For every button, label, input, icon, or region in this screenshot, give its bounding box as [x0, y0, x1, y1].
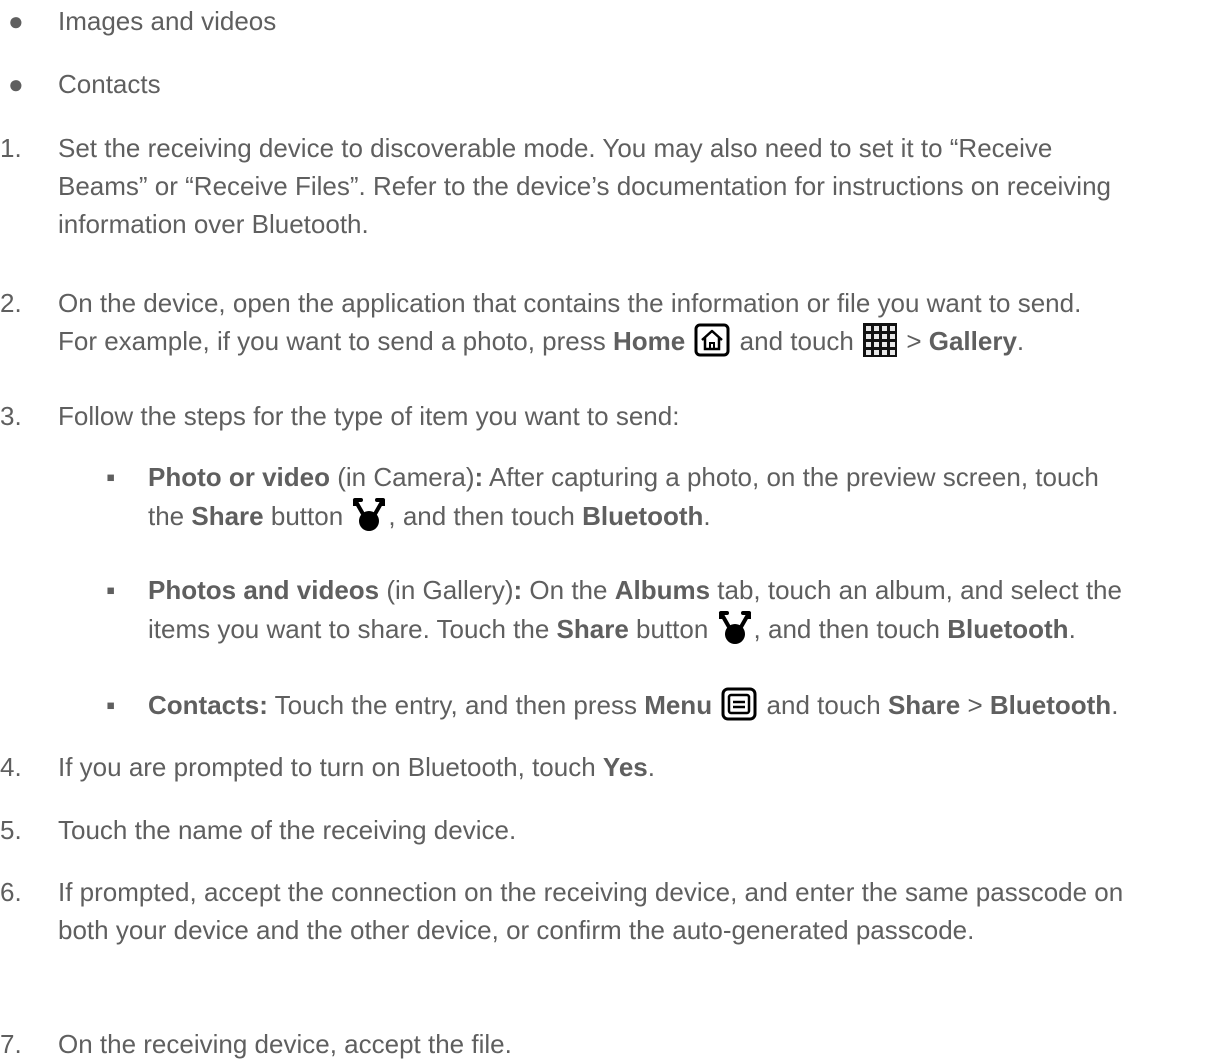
bullet-text: Contacts — [58, 69, 161, 99]
step-number: 2. — [0, 288, 22, 318]
step-item: 6. If prompted, accept the connection on… — [0, 873, 1227, 993]
step-text: On the device, open the application that… — [58, 284, 1223, 367]
step-number: 3. — [0, 401, 22, 431]
step-number: 5. — [0, 815, 22, 845]
step-number: 1. — [0, 133, 22, 163]
step-text: If you are prompted to turn on Bluetooth… — [58, 752, 655, 782]
step-item: 2. On the device, open the application t… — [0, 284, 1227, 364]
share-icon — [352, 496, 386, 542]
bullet-marker: ● — [8, 69, 24, 99]
bullet-marker: ● — [8, 6, 24, 36]
share-icon — [718, 609, 752, 655]
step-text: Touch the name of the receiving device. — [58, 815, 517, 845]
substep-marker: ▪ — [106, 690, 116, 720]
step-text: On the receiving device, accept the file… — [58, 1029, 512, 1059]
step-text: If prompted, accept the connection on th… — [58, 877, 1124, 945]
home-key-icon — [694, 323, 730, 367]
bullet-item: ● Images and videos — [0, 2, 1227, 40]
step-number: 4. — [0, 752, 22, 782]
step-number: 6. — [0, 877, 22, 907]
substep-line: Photos and videos (in Gallery): On the A… — [148, 575, 1122, 605]
substep-line: the Share button , and then touch Blueto… — [148, 496, 1227, 542]
applications-grid-icon — [863, 323, 898, 367]
step-item: 4. If you are prompted to turn on Blueto… — [0, 748, 1227, 786]
substep-text: Photos and videos (in Gallery): On the A… — [148, 571, 1227, 655]
substep-line: items you want to share. Touch the Share… — [148, 609, 1227, 655]
step-text: Set the receiving device to discoverable… — [58, 133, 1111, 239]
bullet-item: ● Contacts — [0, 65, 1227, 103]
substep-marker: ▪ — [106, 575, 116, 605]
step-item: 7. On the receiving device, accept the f… — [0, 1025, 1227, 1063]
bullet-text: Images and videos — [58, 6, 277, 36]
step-line: For example, if you want to send a photo… — [58, 322, 1223, 367]
substep-marker: ▪ — [106, 462, 116, 492]
step-number: 7. — [0, 1029, 22, 1059]
home-key-label: Home — [612, 326, 686, 356]
substep-item: ▪ Contacts: Touch the entry, and then pr… — [0, 686, 1227, 726]
substep-item: ▪ Photo or video (in Camera): After capt… — [0, 458, 1227, 538]
step-item: 3. Follow the steps for the type of item… — [0, 397, 1227, 435]
substep-line: Photo or video (in Camera): After captur… — [148, 462, 1099, 492]
step-item: 5. Touch the name of the receiving devic… — [0, 811, 1227, 849]
step-item: 1. Set the receiving device to discovera… — [0, 129, 1227, 249]
document-page: ● Images and videos ● Contacts 1. Set th… — [0, 0, 1227, 1063]
substep-item: ▪ Photos and videos (in Gallery): On the… — [0, 571, 1227, 651]
substep-text: Photo or video (in Camera): After captur… — [148, 458, 1227, 542]
menu-key-icon — [721, 687, 757, 731]
substep-text: Contacts: Touch the entry, and then pres… — [148, 686, 1227, 731]
step-text: Follow the steps for the type of item yo… — [58, 401, 680, 431]
gallery-label: Gallery — [928, 326, 1017, 356]
step-line: On the device, open the application that… — [58, 288, 1082, 318]
